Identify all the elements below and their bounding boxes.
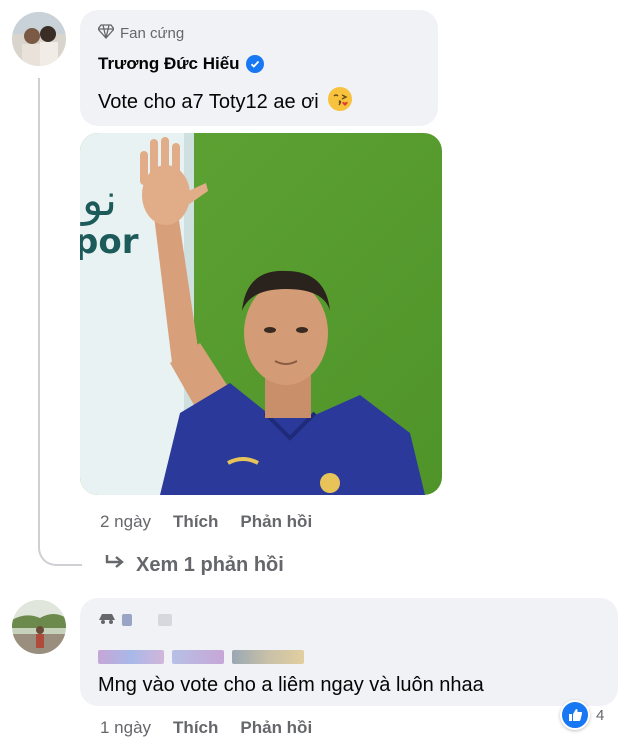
comment-image[interactable]: نو por — [80, 133, 442, 495]
comment-time[interactable]: 2 ngày — [100, 512, 151, 532]
comment-body: Vote cho a7 Toty12 ae ơi — [98, 90, 319, 113]
blurred-text — [232, 650, 304, 664]
fan-badge: Fan cứng — [97, 23, 185, 43]
reply-button[interactable]: Phản hồi — [240, 512, 312, 532]
avatar[interactable] — [12, 12, 66, 66]
svg-text:نو: نو — [80, 175, 117, 226]
like-icon — [560, 700, 590, 730]
comment-bubble: Mng vào vote cho a liêm ngay và luôn nha… — [80, 598, 618, 706]
blurred-text — [98, 650, 164, 664]
reaction-badge[interactable]: 4 — [560, 700, 604, 730]
author-name-text: Trương Đức Hiếu — [98, 54, 240, 73]
see-replies-button[interactable]: Xem 1 phản hồi — [104, 553, 284, 577]
thread-connector — [38, 528, 82, 566]
blurred-text — [122, 614, 132, 626]
comment-actions: 1 ngày Thích Phản hồi — [100, 718, 312, 738]
badge-icon — [98, 611, 116, 629]
comment-body: Mng vào vote cho a liêm ngay và luôn nha… — [98, 674, 484, 696]
svg-text:por: por — [80, 222, 139, 262]
blurred-author-name[interactable] — [98, 650, 304, 664]
avatar[interactable] — [12, 600, 66, 654]
comment-time[interactable]: 1 ngày — [100, 718, 151, 738]
comment-text: Mng vào vote cho a liêm ngay và luôn nha… — [98, 674, 484, 697]
verified-icon — [245, 55, 264, 73]
player-photo: نو por — [80, 133, 442, 495]
redacted-badge — [98, 611, 172, 629]
reply-arrow-icon — [104, 553, 126, 577]
blurred-text — [172, 650, 224, 664]
blurred-text — [158, 614, 172, 626]
see-replies-label: Xem 1 phản hồi — [136, 553, 284, 576]
avatar-photo — [12, 12, 66, 66]
thread-line — [38, 78, 40, 546]
reaction-count: 4 — [596, 706, 605, 724]
like-button[interactable]: Thích — [173, 512, 218, 532]
comment-text: Vote cho a7 Toty12 ae ơi — [98, 86, 353, 118]
badge-label: Fan cứng — [120, 24, 185, 42]
comment-actions: 2 ngày Thích Phản hồi — [100, 512, 312, 532]
author-name[interactable]: Trương Đức Hiếu — [98, 54, 264, 74]
avatar-photo — [12, 600, 66, 654]
like-button[interactable]: Thích — [173, 718, 218, 738]
diamond-icon — [97, 23, 115, 43]
comment-bubble: Fan cứng Trương Đức Hiếu Vote cho a7 Tot… — [80, 10, 438, 126]
kiss-emoji-icon — [327, 86, 353, 118]
reply-button[interactable]: Phản hồi — [240, 718, 312, 738]
